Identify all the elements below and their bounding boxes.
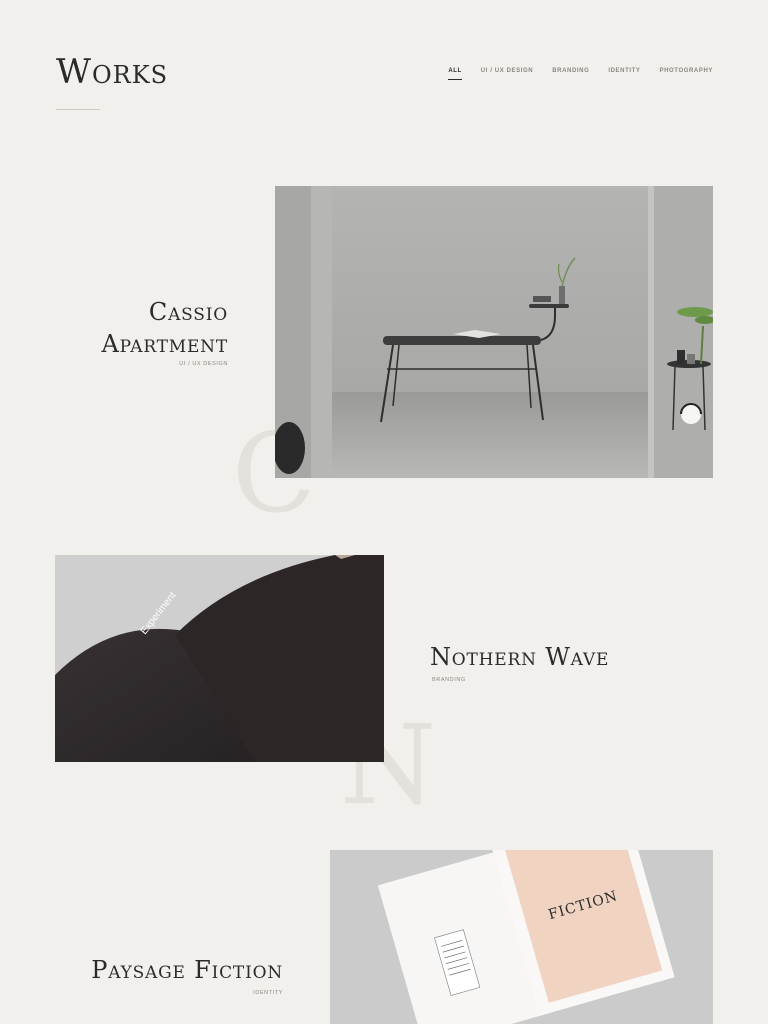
project-category: IDENTITY: [253, 990, 283, 996]
project-category: BRANDING: [432, 677, 466, 683]
project-title-paysage-fiction[interactable]: Paysage Fiction: [91, 954, 283, 986]
filter-all[interactable]: ALL: [448, 68, 463, 80]
filter-ui-ux-design[interactable]: UI / UX DESIGN: [481, 68, 533, 80]
project-image-paysage-fiction[interactable]: FICTION: [330, 850, 713, 1024]
title-divider: [56, 109, 100, 110]
brochure-photo: FICTION: [330, 850, 713, 1024]
project-title-line1: Cassio: [148, 298, 228, 326]
filter-branding[interactable]: BRANDING: [552, 68, 589, 80]
project-title-cassio-apartment[interactable]: Cassio Apartment: [101, 296, 228, 360]
project-category: UI / UX DESIGN: [179, 361, 228, 367]
project-image-nothern-wave[interactable]: Experiment: [55, 555, 384, 762]
project-image-cassio-apartment[interactable]: [275, 186, 713, 478]
filter-nav: ALL UI / UX DESIGN BRANDING IDENTITY PHO…: [448, 68, 713, 80]
filter-photography[interactable]: PHOTOGRAPHY: [660, 68, 714, 80]
project-title-nothern-wave[interactable]: Nothern Wave: [430, 641, 609, 673]
project-title-line2: Apartment: [101, 330, 228, 358]
concrete-room-photo: [275, 186, 713, 478]
page-title: Works: [56, 52, 169, 92]
filter-identity[interactable]: IDENTITY: [608, 68, 640, 80]
book-photo: Experiment: [55, 555, 384, 762]
